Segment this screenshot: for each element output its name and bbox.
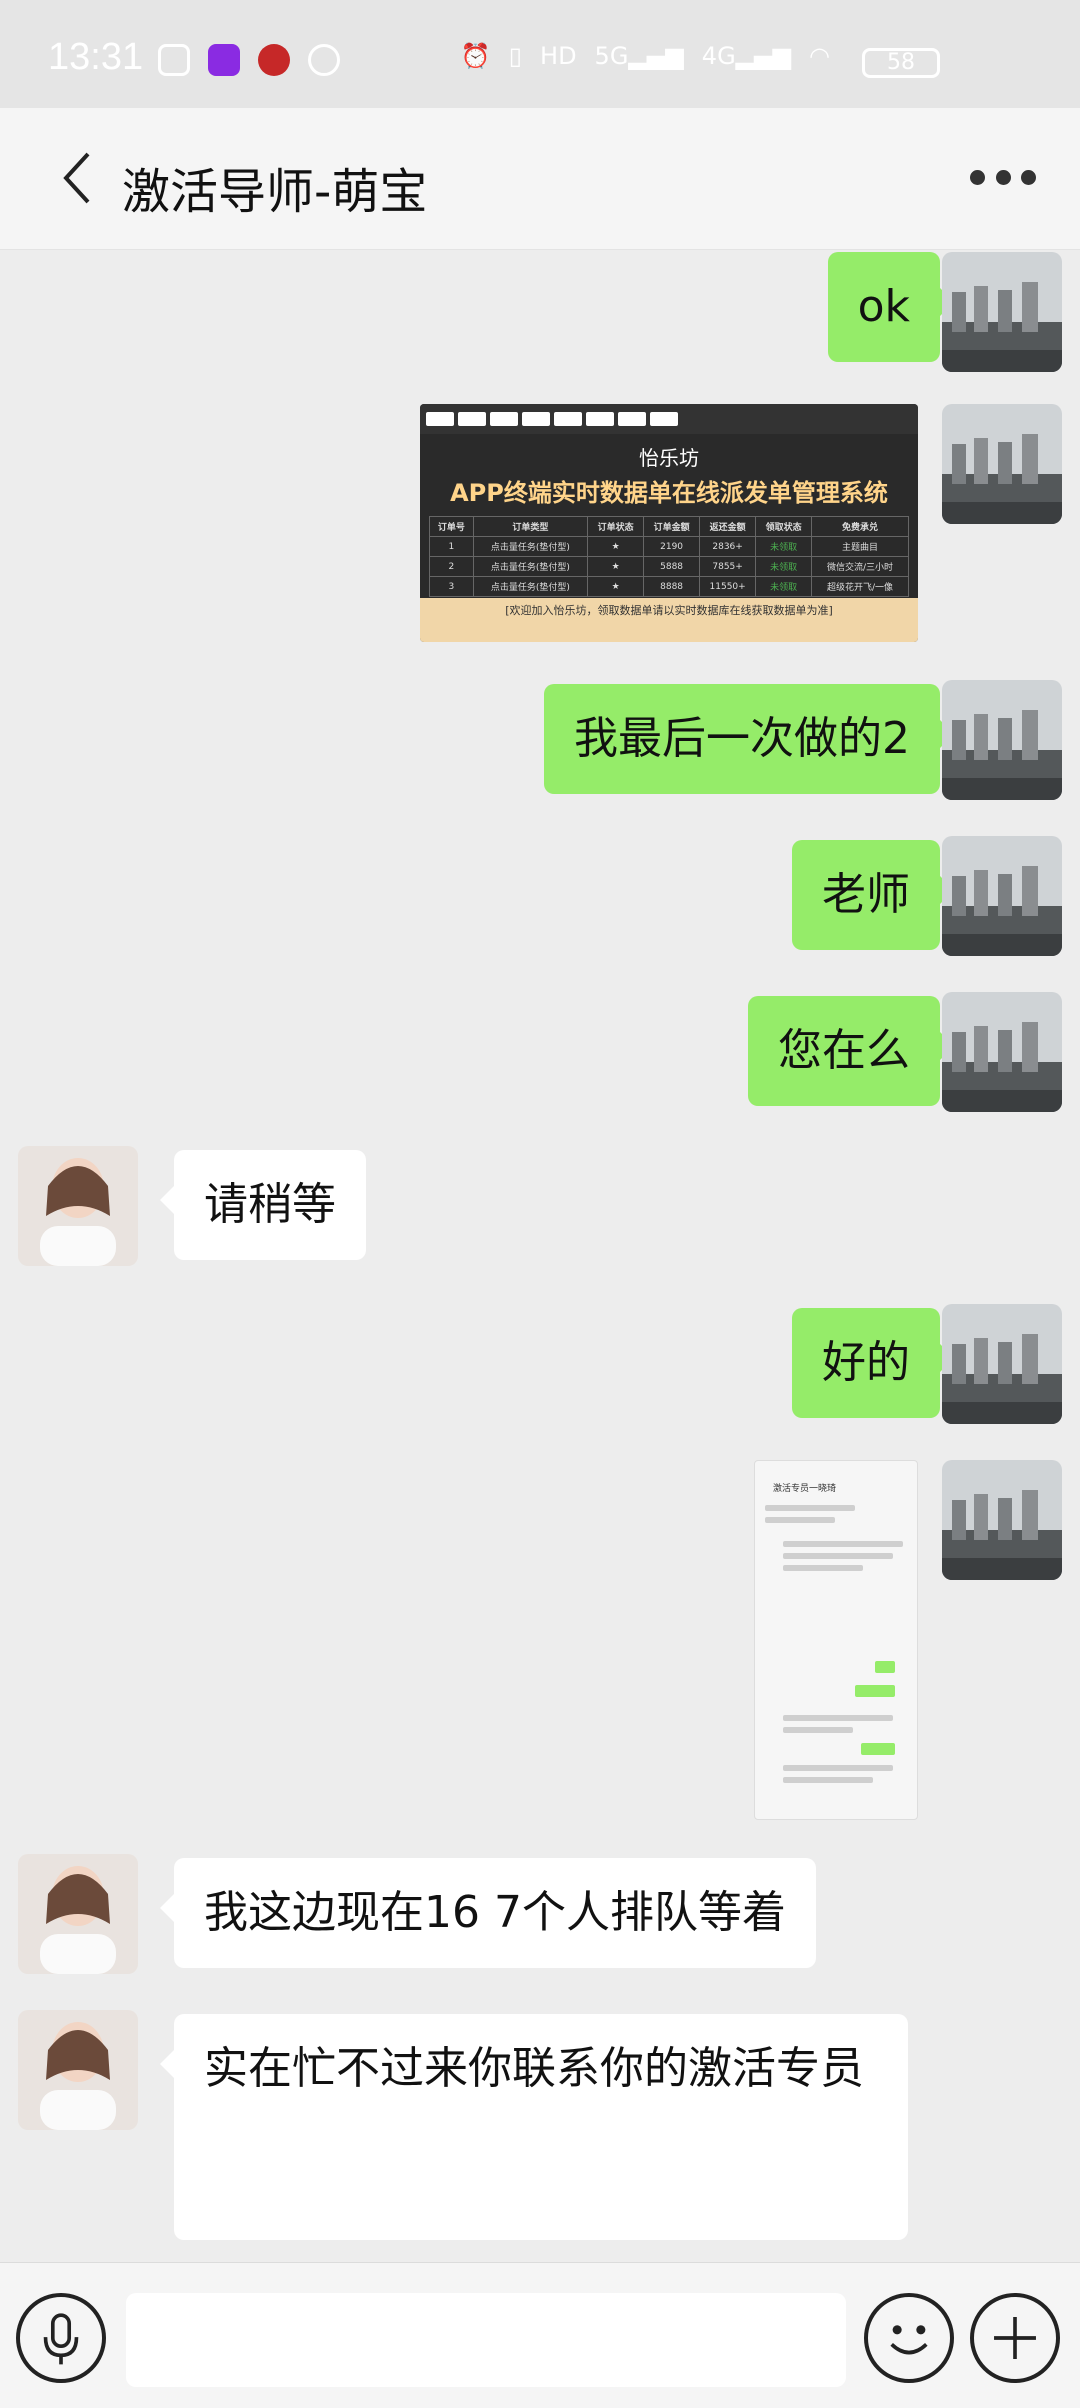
- message-text: 实在忙不过来你联系你的激活专员: [204, 2043, 864, 2094]
- shared-screenshot[interactable]: 激活专员一晓琦: [754, 1460, 918, 1820]
- my-avatar[interactable]: [942, 404, 1062, 524]
- my-avatar[interactable]: [942, 992, 1062, 1112]
- more-dots-icon[interactable]: [970, 170, 1036, 186]
- app-notification-icon: [208, 44, 240, 76]
- my-avatar[interactable]: [942, 836, 1062, 956]
- image-footer: [欢迎加入怡乐坊，领取数据单请以实时数据库在线获取数据单为准]: [420, 598, 918, 642]
- my-message-bubble[interactable]: 我最后一次做的2: [544, 684, 954, 794]
- chevron-left-icon[interactable]: [58, 148, 94, 208]
- chat-area[interactable]: ok 怡乐坊 APP终端实时数据单在线派发单管理系统 订单号 订单类型 订单状态 订…: [0, 250, 1080, 2240]
- my-avatar[interactable]: [942, 252, 1062, 372]
- my-message-bubble[interactable]: 老师: [792, 840, 954, 950]
- input-bar: [0, 2262, 1080, 2408]
- wifi-icon: ◠: [809, 42, 830, 70]
- message-input[interactable]: [126, 2293, 846, 2387]
- image-logo-strip: [420, 404, 918, 434]
- alarm-icon: ⏰: [460, 42, 491, 70]
- contact-avatar[interactable]: [18, 1146, 138, 1266]
- contact-message-bubble[interactable]: 请稍等: [160, 1150, 366, 1260]
- message-text: ok: [857, 281, 910, 332]
- microphone-icon[interactable]: [16, 2293, 106, 2383]
- my-avatar[interactable]: [942, 1460, 1062, 1580]
- shared-image[interactable]: 怡乐坊 APP终端实时数据单在线派发单管理系统 订单号 订单类型 订单状态 订单金额…: [420, 404, 918, 642]
- signal-5g-icon: 5G▂▄▆: [594, 42, 684, 70]
- battery-icon: 58: [862, 48, 940, 78]
- status-time: 13:31: [48, 36, 144, 78]
- contact-message-bubble[interactable]: 实在忙不过来你联系你的激活专员: [160, 2014, 908, 2240]
- bank-notification-icon: [258, 44, 290, 76]
- vibrate-icon: ▯: [508, 42, 523, 70]
- contact-avatar[interactable]: [18, 2010, 138, 2130]
- message-text: 请稍等: [204, 1179, 336, 1230]
- screenshot-caption: 激活专员一晓琦: [773, 1484, 837, 1494]
- contact-message-bubble[interactable]: 我这边现在16 7个人排队等着: [160, 1858, 816, 1968]
- message-text: 老师: [822, 869, 910, 920]
- emoji-icon[interactable]: [864, 2293, 954, 2383]
- my-avatar[interactable]: [942, 680, 1062, 800]
- status-app-icons: [158, 44, 340, 76]
- contact-avatar[interactable]: [18, 1854, 138, 1974]
- my-message-bubble[interactable]: 好的: [792, 1308, 954, 1418]
- status-indicators: ⏰ ▯ HD 5G▂▄▆ 4G▂▄▆ ◠: [461, 42, 830, 70]
- signal-4g-icon: 4G▂▄▆: [701, 42, 792, 70]
- message-text: 我这边现在16 7个人排队等着: [204, 1887, 786, 1938]
- image-brand: 怡乐坊: [639, 446, 699, 470]
- my-message-bubble[interactable]: ok: [827, 252, 955, 362]
- status-bar: 13:31 ⏰ ▯ HD 5G▂▄▆ 4G▂▄▆ ◠ 58: [0, 0, 1080, 108]
- my-message-bubble[interactable]: 您在么: [748, 996, 954, 1106]
- message-text: 好的: [822, 1337, 910, 1388]
- system-notification-icon: [308, 44, 340, 76]
- my-avatar[interactable]: [942, 1304, 1062, 1424]
- image-table: 订单号 订单类型 订单状态 订单金额 返还金额 领取状态 免费承兑 1 点击量任务(垫付型)…: [429, 516, 909, 597]
- plus-icon[interactable]: [970, 2293, 1060, 2383]
- chat-title: 激活导师-萌宝: [122, 164, 428, 220]
- notification-icon: [158, 44, 190, 76]
- hd-icon: HD: [540, 42, 577, 70]
- message-text: 我最后一次做的2: [574, 713, 910, 764]
- chat-header: 激活导师-萌宝: [0, 108, 1080, 250]
- image-headline: APP终端实时数据单在线派发单管理系统: [450, 479, 888, 507]
- message-text: 您在么: [778, 1025, 910, 1076]
